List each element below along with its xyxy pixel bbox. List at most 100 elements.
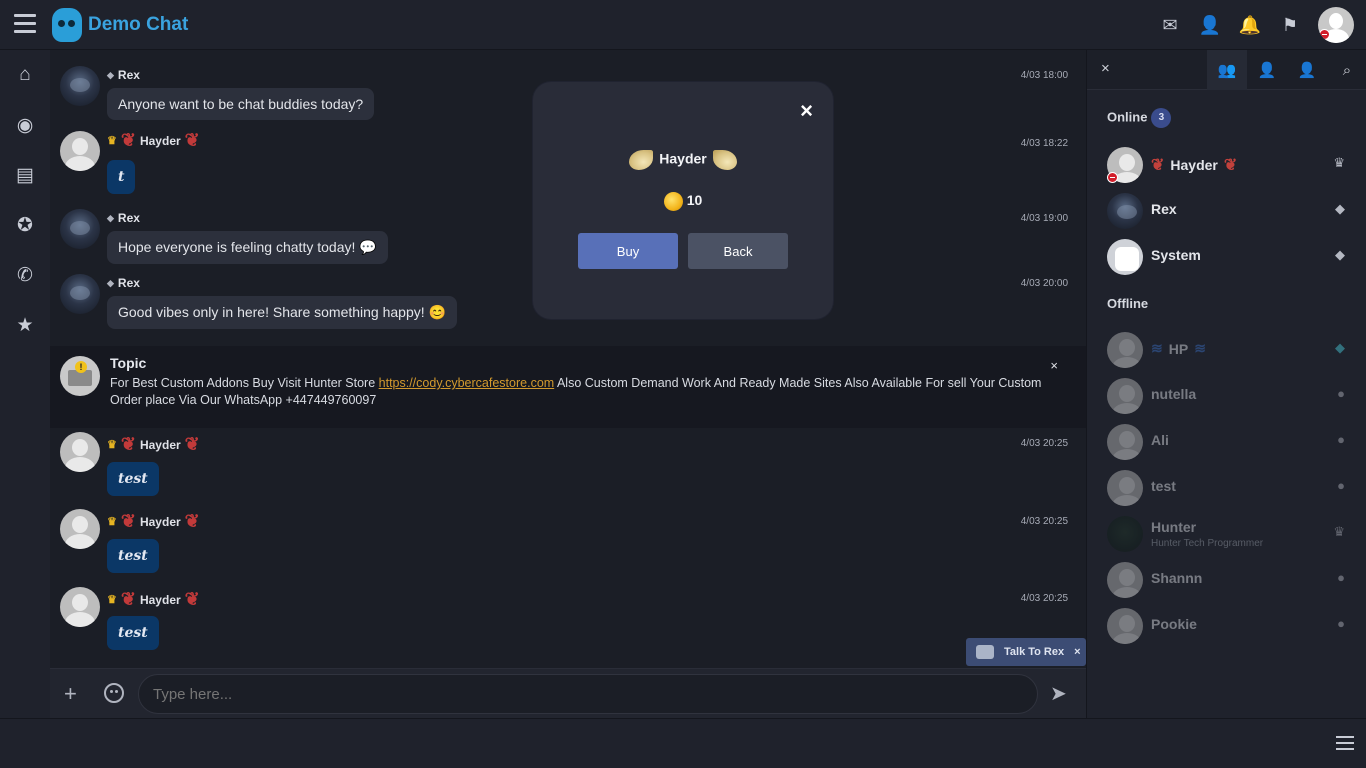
avatar[interactable] [60,209,100,249]
robot-rank-icon: ◆ [107,277,114,288]
user-row[interactable]: Ali ● [1087,421,1366,467]
message-text: test [107,539,159,573]
avatar [1107,516,1143,552]
avatar[interactable] [60,432,100,472]
send-icon[interactable]: ➤ [1050,681,1067,706]
phone-icon[interactable]: ✆ [0,250,50,300]
app-logo[interactable]: Demo Chat [52,6,188,44]
envelope-icon[interactable]: ✉ [1150,15,1190,36]
message-time: 4/03 19:00 [1020,213,1068,224]
user-row[interactable]: ≋ HP ≋ ◆ [1087,329,1366,375]
buy-button[interactable]: Buy [578,233,678,269]
home-icon[interactable]: ⌂ [0,50,50,100]
user-icon: ● [1337,478,1345,493]
avatar[interactable] [60,66,100,106]
crown-icon: ♛ [107,594,117,606]
user-icon: ● [1337,386,1345,401]
plus-icon[interactable]: + [64,681,77,707]
crown-icon: ♛ [107,439,117,451]
user-row[interactable]: ❦ Hayder ❦ ♛ [1087,144,1366,190]
topic-icon: ! [60,356,100,396]
message-time: 4/03 20:25 [1020,516,1068,527]
rss-icon[interactable]: ◉ [0,100,50,150]
medal-icon[interactable]: ✪ [0,200,50,250]
red-wing-icon: ❦ [1151,157,1165,174]
staff-tab-icon[interactable]: 👤 [1287,50,1327,90]
avatar[interactable] [60,274,100,314]
user-row[interactable]: Shannn ● [1087,559,1366,605]
app-title: Demo Chat [88,14,189,35]
message-username[interactable]: Rex [118,276,140,290]
message-username[interactable]: Hayder [140,515,181,529]
message-username[interactable]: Rex [118,68,140,82]
message-username[interactable]: Hayder [140,593,181,607]
user-name: Rex [1151,201,1177,217]
flag-icon[interactable]: ⚑ [1270,15,1310,36]
topic-close-button[interactable]: × [1050,358,1058,373]
message-username[interactable]: Hayder [140,134,181,148]
user-name: HP [1168,340,1189,357]
user-row[interactable]: nutella ● [1087,375,1366,421]
user-panel: × 👥 👤 👤 ⌕ Online 3 ❦ Hayder ❦ ♛ Rex ◆ Syste… [1086,50,1366,718]
user-icon: ● [1337,616,1345,631]
talk-to-rex-close[interactable]: × [1074,646,1080,658]
avatar [1107,378,1143,414]
message-text: Good vibes only in here! Share something… [107,296,457,329]
user-name: nutella [1151,386,1197,402]
user-name: Pookie [1151,616,1197,632]
status-busy-icon [1319,29,1330,40]
message-text: Anyone want to be chat buddies today? [107,88,375,120]
news-icon[interactable]: ▤ [0,150,50,200]
avatar[interactable] [60,587,100,627]
message-time: 4/03 20:00 [1020,278,1068,289]
panel-tabs: × 👥 👤 👤 ⌕ [1087,50,1366,90]
search-icon[interactable]: ⌕ [1327,50,1366,90]
blue-wing-icon: ≋ [1194,340,1206,356]
user-icon: ● [1337,570,1345,585]
users-tab-icon[interactable]: 👥 [1207,50,1247,90]
back-button[interactable]: Back [688,233,788,269]
crown-icon: ♛ [1333,524,1345,539]
diamond-icon: ◆ [1335,340,1345,355]
user-name: System [1151,247,1201,263]
avatar [1107,193,1143,229]
footer-bar [0,718,1366,768]
bell-icon[interactable]: 🔔 [1230,15,1270,36]
user-row[interactable]: Hunter Hunter Tech Programmer ♛ [1087,513,1366,559]
avatar [1107,608,1143,644]
message-time: 4/03 20:25 [1020,438,1068,449]
footer-menu-icon[interactable] [1336,736,1354,752]
avatar[interactable] [60,131,100,171]
modal-close-button[interactable]: × [800,98,813,124]
panel-close-button[interactable]: × [1101,60,1110,77]
friends-tab-icon[interactable]: 👤 [1247,50,1287,90]
red-wing-icon: ❦ [184,130,200,150]
topic-link[interactable]: https://cody.cybercafestore.com [379,376,555,390]
star-icon[interactable]: ★ [0,300,50,350]
user-row[interactable]: Pookie ● [1087,605,1366,651]
user-row[interactable]: Rex ◆ [1087,190,1366,236]
top-icons: ✉ 👤 🔔 ⚑ [1150,0,1366,50]
emoji-icon[interactable] [104,683,124,703]
talk-to-rex-label: Talk To Rex [1004,646,1065,658]
add-user-icon[interactable]: 👤 [1190,15,1230,36]
message-input[interactable] [138,674,1038,714]
my-avatar[interactable] [1318,7,1354,43]
menu-icon[interactable] [14,14,36,34]
blue-wing-icon: ≋ [1151,340,1163,356]
message-username[interactable]: Hayder [140,438,181,452]
modal-price: 10 [533,192,833,211]
talk-to-rex-button[interactable]: Talk To Rex × [966,638,1086,666]
offline-section-header: Offline [1107,296,1149,311]
avatar [1107,332,1143,368]
user-name: test [1151,478,1176,494]
avatar[interactable] [60,509,100,549]
crown-icon: ♛ [107,135,117,147]
user-row[interactable]: System ◆ [1087,236,1366,282]
logo-mascot-icon [52,8,82,42]
user-row[interactable]: test ● [1087,467,1366,513]
input-bar: + ➤ [50,668,1086,718]
message-text: Hope everyone is feeling chatty today! 💬 [107,231,388,264]
message-username[interactable]: Rex [118,211,140,225]
message-text: test [107,462,159,496]
